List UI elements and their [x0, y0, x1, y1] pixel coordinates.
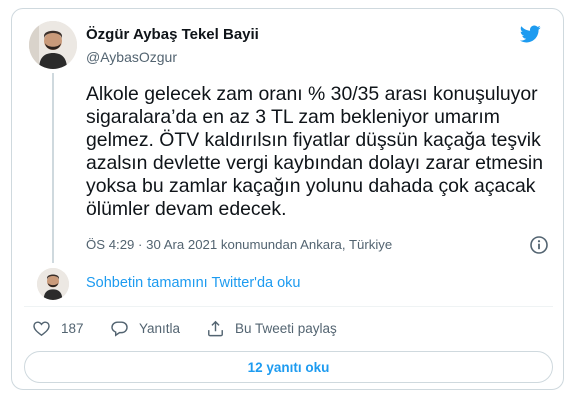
divider	[24, 306, 553, 307]
read-thread-link[interactable]: Sohbetin tamamını Twitter'da oku	[86, 275, 300, 291]
comment-icon	[111, 320, 128, 337]
thread-line	[52, 73, 54, 263]
share-icon	[208, 320, 223, 336]
info-icon[interactable]	[529, 235, 549, 255]
share-label: Bu Tweeti paylaş	[235, 320, 337, 336]
action-bar: 187 Yanıtla Bu Tweeti paylaş	[12, 317, 563, 339]
author-handle[interactable]: @AybasOzgur	[86, 49, 177, 65]
twitter-bird-icon[interactable]	[517, 23, 543, 45]
share-button[interactable]: Bu Tweeti paylaş	[206, 317, 337, 339]
read-replies-button[interactable]: 12 yanıtı oku	[24, 351, 553, 383]
heart-icon	[33, 320, 50, 336]
like-button[interactable]: 187	[32, 317, 84, 339]
author-name[interactable]: Özgür Aybaş Tekel Bayii	[86, 26, 259, 43]
reply-button[interactable]: Yanıtla	[110, 317, 180, 339]
author-avatar[interactable]	[29, 21, 77, 69]
tweet-text: Alkole gelecek zam oranı % 30/35 arası k…	[86, 83, 544, 220]
tweet-card: Özgür Aybaş Tekel Bayii @AybasOzgur Alko…	[11, 8, 564, 390]
like-count: 187	[61, 320, 84, 336]
tweet-timestamp[interactable]: ÖS 4:29 · 30 Ara 2021 konumundan Ankara,…	[86, 237, 392, 252]
read-replies-label: 12 yanıtı oku	[247, 359, 330, 375]
thread-avatar[interactable]	[37, 268, 69, 300]
reply-label: Yanıtla	[139, 320, 181, 336]
